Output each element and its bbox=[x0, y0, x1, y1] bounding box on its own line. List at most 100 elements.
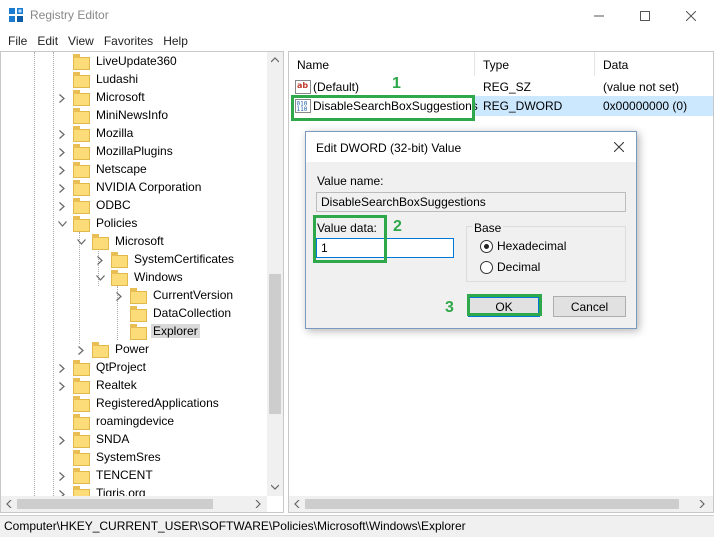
tree-item-microsoft[interactable]: Microsoft bbox=[1, 233, 267, 251]
tree-item-label: TENCENT bbox=[96, 468, 153, 482]
chevron-right-icon[interactable] bbox=[56, 163, 68, 177]
radio-hexadecimal[interactable]: Hexadecimal bbox=[480, 239, 566, 253]
close-button[interactable] bbox=[668, 0, 714, 31]
chevron-down-icon[interactable] bbox=[94, 271, 106, 285]
tree-item-windows[interactable]: Windows bbox=[1, 269, 267, 287]
minimize-icon bbox=[594, 15, 604, 16]
menu-help[interactable]: Help bbox=[159, 31, 194, 51]
menu-favorites[interactable]: Favorites bbox=[100, 31, 159, 51]
tree-item-label: NVIDIA Corporation bbox=[96, 180, 202, 194]
chevron-right-icon[interactable] bbox=[56, 127, 68, 141]
tree-item-explorer[interactable]: Explorer bbox=[1, 323, 267, 341]
tree-item-label: ODBC bbox=[96, 198, 131, 212]
chevron-right-icon[interactable] bbox=[56, 145, 68, 159]
dialog-close-button[interactable] bbox=[610, 138, 628, 156]
tree-item-netscape[interactable]: Netscape bbox=[1, 161, 267, 179]
tree-item-label: MiniNewsInfo bbox=[96, 108, 169, 122]
folder-icon bbox=[73, 360, 90, 376]
menu-file[interactable]: File bbox=[4, 31, 33, 51]
value-row-default[interactable]: ab (Default) REG_SZ (value not set) bbox=[289, 77, 713, 97]
folder-icon bbox=[92, 234, 109, 250]
tree-vertical-scrollbar[interactable] bbox=[267, 52, 283, 496]
menu-bar: File Edit View Favorites Help bbox=[0, 31, 714, 51]
chevron-right-icon[interactable] bbox=[56, 91, 68, 105]
tree-item-mozillaplugins[interactable]: MozillaPlugins bbox=[1, 143, 267, 161]
tree-scroll-thumb[interactable] bbox=[269, 274, 281, 414]
chevron-down-icon[interactable] bbox=[75, 235, 87, 249]
scroll-left-icon[interactable] bbox=[294, 500, 300, 508]
tree-item-currentversion[interactable]: CurrentVersion bbox=[1, 287, 267, 305]
radio-decimal-label: Decimal bbox=[497, 260, 541, 274]
tree-item-registeredapplications[interactable]: RegisteredApplications bbox=[1, 395, 267, 413]
chevron-right-icon[interactable] bbox=[56, 199, 68, 213]
tree-horizontal-scrollbar[interactable] bbox=[1, 496, 267, 512]
chevron-right-icon[interactable] bbox=[56, 361, 68, 375]
tree-item-ludashi[interactable]: Ludashi bbox=[1, 71, 267, 89]
radio-button-checked[interactable] bbox=[480, 239, 493, 253]
tree-item-realtek[interactable]: Realtek bbox=[1, 377, 267, 395]
tree-item-label: SNDA bbox=[96, 432, 130, 446]
value-data: 0x00000000 (0) bbox=[603, 99, 688, 113]
list-hscroll-thumb[interactable] bbox=[305, 499, 679, 509]
tree-item-policies[interactable]: Policies bbox=[1, 215, 267, 233]
tree-item-odbc[interactable]: ODBC bbox=[1, 197, 267, 215]
folder-icon bbox=[130, 306, 147, 322]
tree-item-label: SystemCertificates bbox=[134, 252, 235, 266]
tree-item-mozilla[interactable]: Mozilla bbox=[1, 125, 267, 143]
folder-icon bbox=[73, 108, 90, 124]
tree-item-label: Microsoft bbox=[115, 234, 164, 248]
registry-tree[interactable]: LiveUpdate360 Ludashi Microsoft MiniNewsInf… bbox=[0, 51, 284, 513]
folder-icon bbox=[73, 450, 90, 466]
title-bar: Registry Editor bbox=[0, 0, 714, 31]
tree-item-label: DataCollection bbox=[153, 306, 232, 320]
scroll-right-icon[interactable] bbox=[699, 500, 705, 508]
scroll-up-icon[interactable] bbox=[271, 57, 279, 63]
column-header-data[interactable]: Data bbox=[595, 52, 713, 76]
value-type: REG_SZ bbox=[483, 80, 532, 94]
tree-item-label: Windows bbox=[134, 270, 183, 284]
scroll-down-icon[interactable] bbox=[271, 484, 279, 490]
chevron-right-icon[interactable] bbox=[56, 181, 68, 195]
tree-item-tencent[interactable]: TENCENT bbox=[1, 467, 267, 485]
close-icon bbox=[614, 142, 624, 152]
tree-item-liveupdate360[interactable]: LiveUpdate360 bbox=[1, 53, 267, 71]
chevron-right-icon[interactable] bbox=[56, 433, 68, 447]
radio-button-unchecked[interactable] bbox=[480, 260, 493, 274]
chevron-right-icon[interactable] bbox=[113, 289, 125, 303]
radio-hexadecimal-label: Hexadecimal bbox=[497, 239, 567, 253]
base-group-label: Base bbox=[472, 221, 504, 235]
tree-item-nvidia-corporation[interactable]: NVIDIA Corporation bbox=[1, 179, 267, 197]
scroll-right-icon[interactable] bbox=[255, 500, 261, 508]
tree-item-label: Policies bbox=[96, 216, 138, 230]
menu-edit[interactable]: Edit bbox=[33, 31, 64, 51]
tree-item-power[interactable]: Power bbox=[1, 341, 267, 359]
minimize-button[interactable] bbox=[576, 0, 622, 31]
tree-item-systemcertificates[interactable]: SystemCertificates bbox=[1, 251, 267, 269]
tree-item-systemsres[interactable]: SystemSres bbox=[1, 449, 267, 467]
folder-icon bbox=[73, 216, 90, 232]
tree-item-label: LiveUpdate360 bbox=[96, 54, 177, 68]
maximize-button[interactable] bbox=[622, 0, 668, 31]
cancel-button[interactable]: Cancel bbox=[553, 296, 626, 317]
chevron-right-icon[interactable] bbox=[94, 253, 106, 267]
list-horizontal-scrollbar[interactable] bbox=[289, 496, 713, 512]
scroll-left-icon[interactable] bbox=[6, 500, 12, 508]
tree-item-microsoft[interactable]: Microsoft bbox=[1, 89, 267, 107]
chevron-right-icon[interactable] bbox=[56, 379, 68, 393]
annotation-step-2: 2 bbox=[393, 218, 402, 235]
column-header-type[interactable]: Type bbox=[475, 52, 595, 76]
tree-hscroll-thumb[interactable] bbox=[17, 499, 213, 509]
chevron-right-icon[interactable] bbox=[75, 343, 87, 357]
menu-view[interactable]: View bbox=[64, 31, 100, 51]
chevron-down-icon[interactable] bbox=[56, 217, 68, 231]
tree-item-datacollection[interactable]: DataCollection bbox=[1, 305, 267, 323]
tree-item-label: Netscape bbox=[96, 162, 147, 176]
tree-item-snda[interactable]: SNDA bbox=[1, 431, 267, 449]
chevron-right-icon[interactable] bbox=[56, 469, 68, 483]
radio-decimal[interactable]: Decimal bbox=[480, 260, 540, 274]
column-header-name[interactable]: Name bbox=[289, 52, 475, 76]
close-icon bbox=[686, 10, 696, 21]
tree-item-mininewsinfo[interactable]: MiniNewsInfo bbox=[1, 107, 267, 125]
tree-item-roamingdevice[interactable]: roamingdevice bbox=[1, 413, 267, 431]
tree-item-qtproject[interactable]: QtProject bbox=[1, 359, 267, 377]
